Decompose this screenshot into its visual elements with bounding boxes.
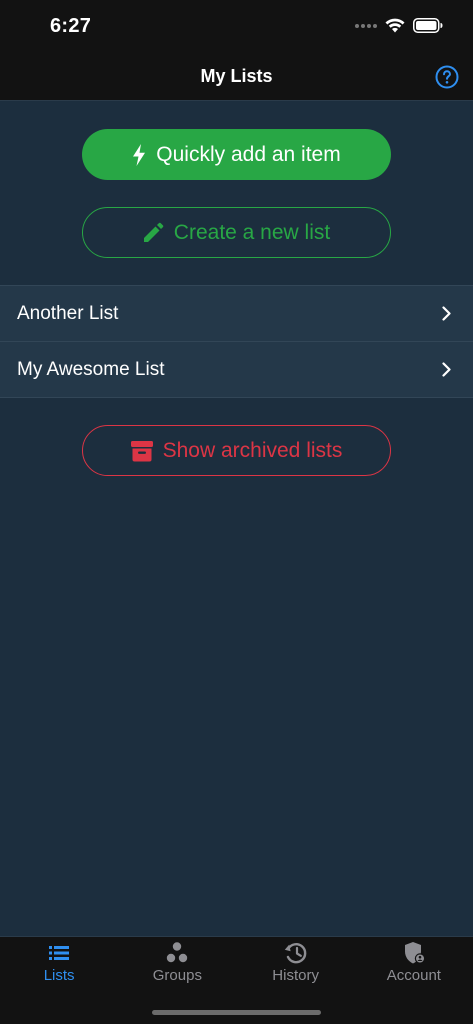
list-item[interactable]: My Awesome List <box>0 342 473 398</box>
tab-account[interactable]: Account <box>355 937 473 1001</box>
list-item-name: Another List <box>17 302 119 324</box>
chevron-right-icon <box>442 306 451 321</box>
lightning-icon <box>133 143 146 166</box>
tab-bar: Lists Groups History Account <box>0 936 473 1024</box>
tab-label: Groups <box>152 967 202 984</box>
chevron-right-icon <box>442 362 451 377</box>
list-item-name: My Awesome List <box>17 358 165 380</box>
tab-history[interactable]: History <box>237 937 355 1001</box>
main-content: Quickly add an item Create a new list An… <box>0 101 473 936</box>
history-icon <box>284 943 306 964</box>
archive-icon <box>130 440 153 461</box>
page-title: My Lists <box>200 66 273 86</box>
signal-icon <box>355 23 377 28</box>
status-bar: 6:27 <box>0 0 473 54</box>
groups-icon <box>167 942 188 963</box>
quick-add-label: Quickly add an item <box>156 142 341 166</box>
tab-label: Lists <box>43 967 75 984</box>
account-shield-icon <box>404 942 426 964</box>
tab-groups[interactable]: Groups <box>118 937 236 1001</box>
list-icon <box>49 946 70 960</box>
show-archived-button[interactable]: Show archived lists <box>82 425 391 476</box>
tab-label: Account <box>386 967 441 984</box>
wifi-icon <box>385 18 405 33</box>
status-icons <box>355 18 443 33</box>
help-icon[interactable] <box>435 65 459 89</box>
pencil-icon <box>143 222 164 242</box>
create-list-button[interactable]: Create a new list <box>82 207 391 258</box>
nav-bar: My Lists <box>0 54 473 101</box>
home-indicator <box>152 1010 321 1015</box>
battery-icon <box>413 18 443 33</box>
status-time: 6:27 <box>50 15 92 37</box>
show-archived-label: Show archived lists <box>162 438 343 462</box>
list-item[interactable]: Another List <box>0 286 473 342</box>
tab-label: History <box>272 967 319 984</box>
lists-list: Another List My Awesome List <box>0 285 473 398</box>
tab-lists[interactable]: Lists <box>0 937 118 1001</box>
create-list-label: Create a new list <box>173 220 331 244</box>
quick-add-button[interactable]: Quickly add an item <box>82 129 391 180</box>
